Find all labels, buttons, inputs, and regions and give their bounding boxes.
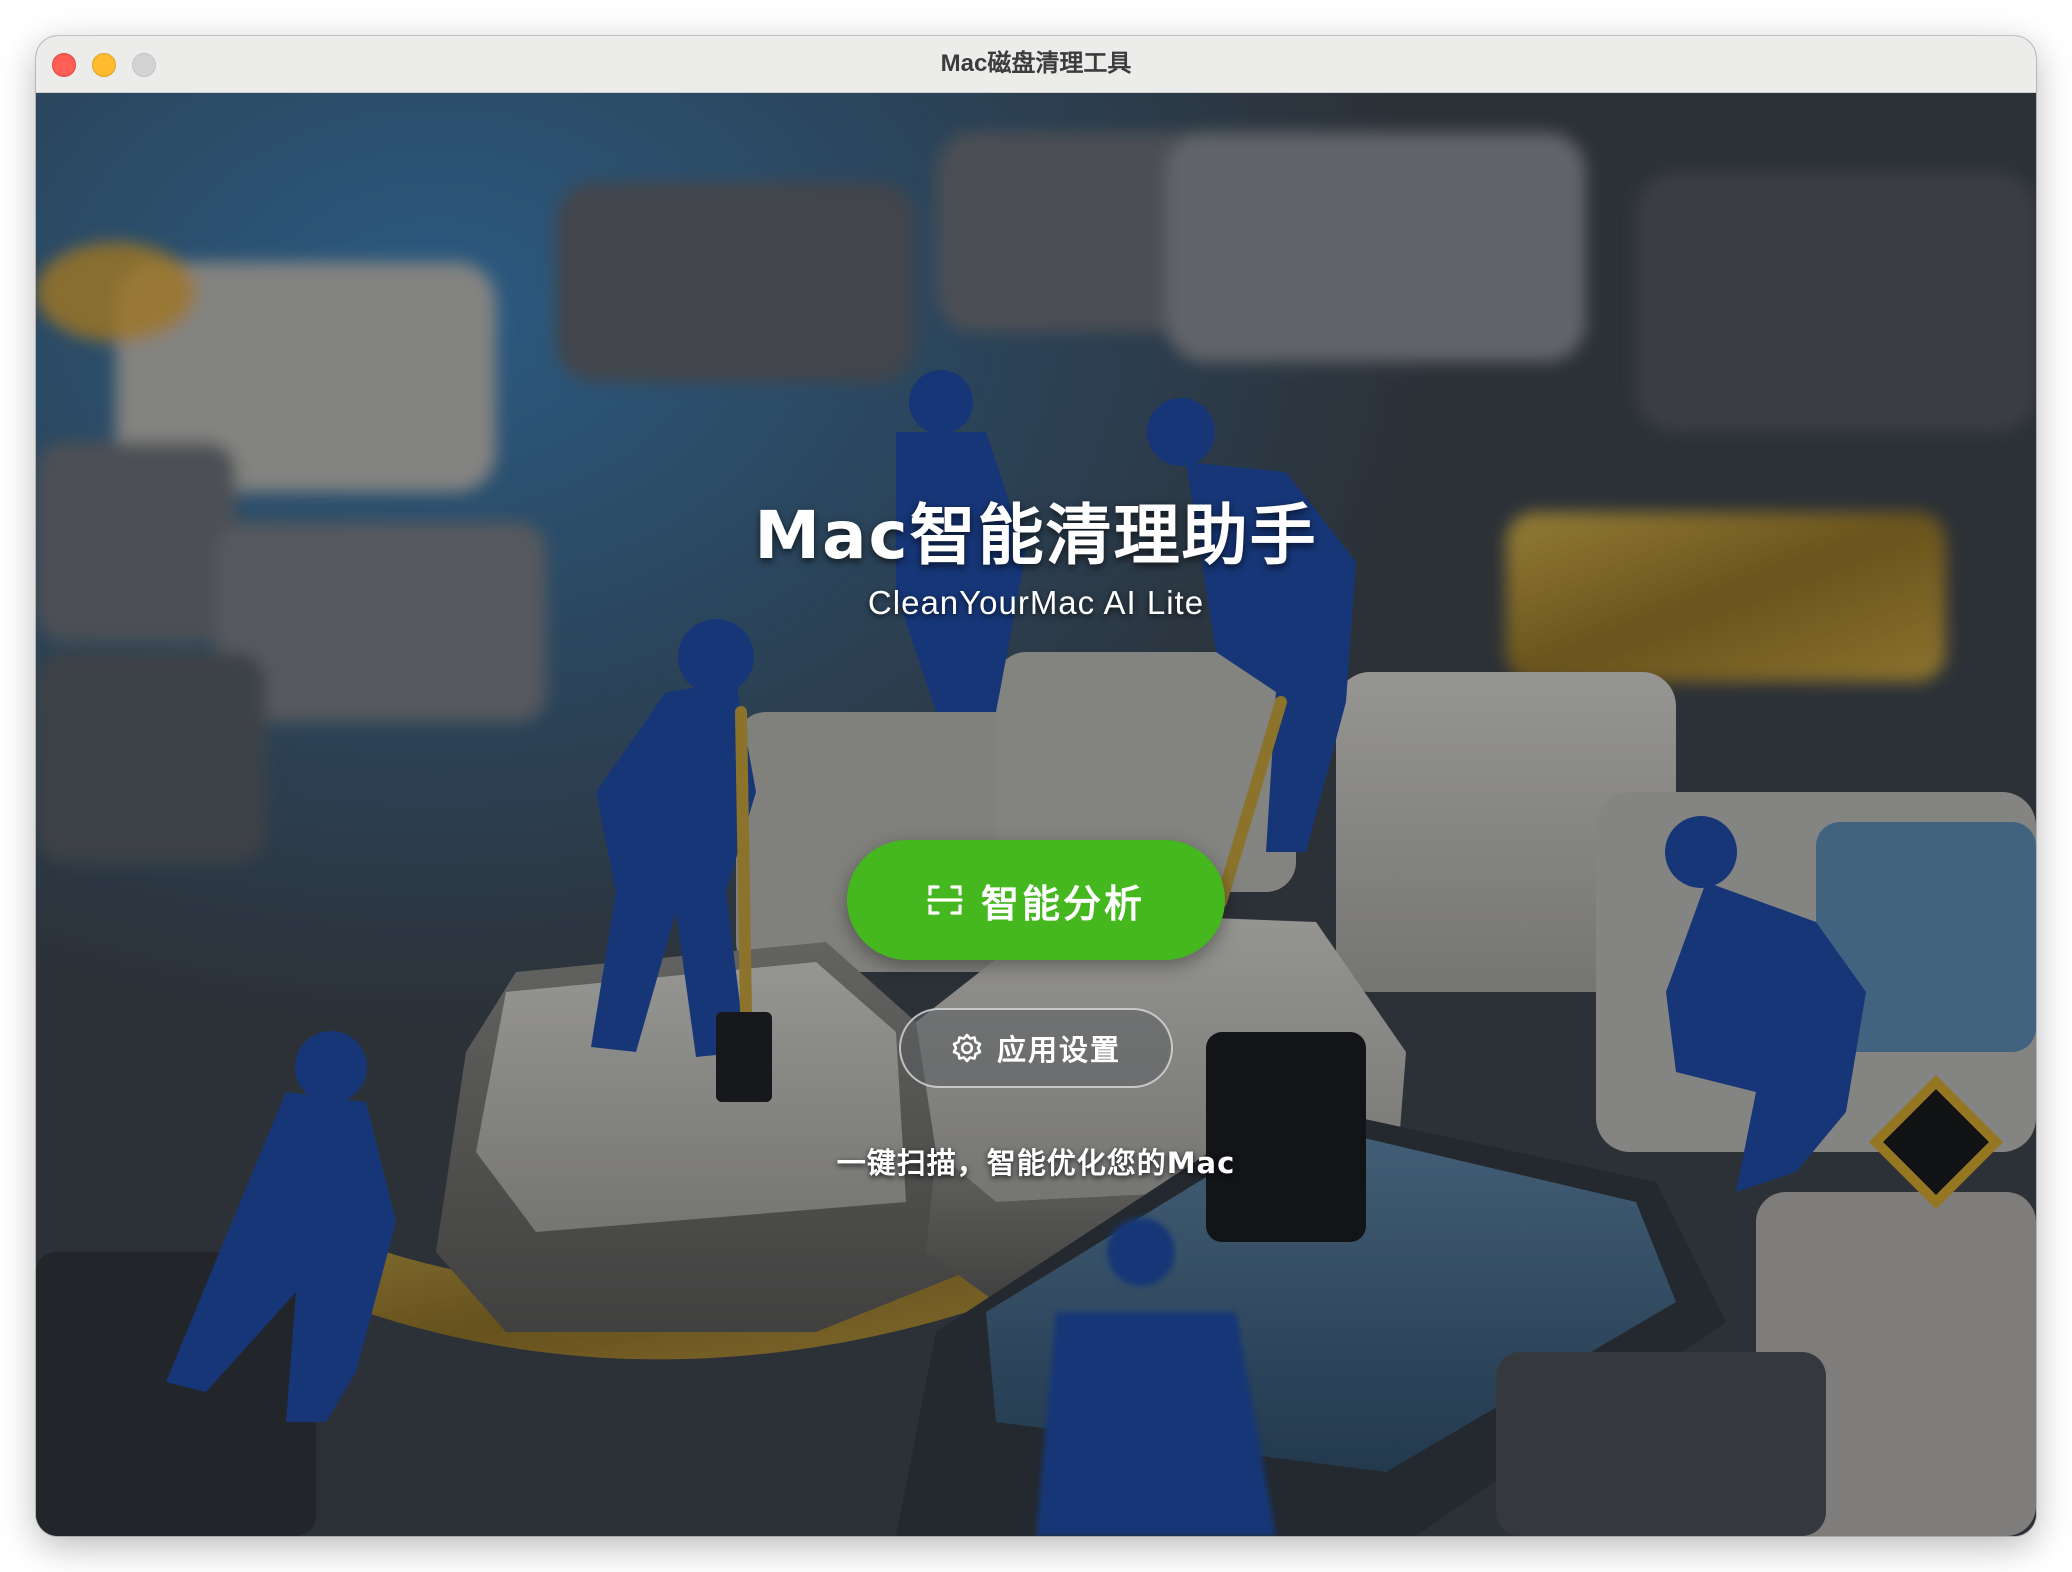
title-bar: Mac磁盘清理工具 bbox=[36, 36, 2036, 93]
dim-overlay bbox=[36, 92, 2036, 1536]
scan-icon bbox=[927, 884, 963, 916]
smart-analyze-button[interactable]: 智能分析 bbox=[847, 840, 1225, 960]
gear-icon bbox=[951, 1032, 983, 1064]
app-settings-label: 应用设置 bbox=[996, 1033, 1121, 1067]
main-content: Mac智能清理助手 CleanYourMac AI Lite 智能分析 应用设置… bbox=[36, 92, 2036, 1536]
tagline: 一键扫描，智能优化您的Mac bbox=[836, 1146, 1236, 1180]
app-title: Mac智能清理助手 bbox=[754, 497, 1318, 574]
app-settings-button[interactable]: 应用设置 bbox=[899, 1008, 1173, 1088]
window-title: Mac磁盘清理工具 bbox=[940, 50, 1132, 77]
app-window: Mac磁盘清理工具 Mac智能清理助手 CleanYourMac AI Lite… bbox=[36, 36, 2036, 1536]
smart-analyze-label: 智能分析 bbox=[980, 881, 1145, 926]
app-subtitle: CleanYourMac AI Lite bbox=[867, 584, 1205, 621]
